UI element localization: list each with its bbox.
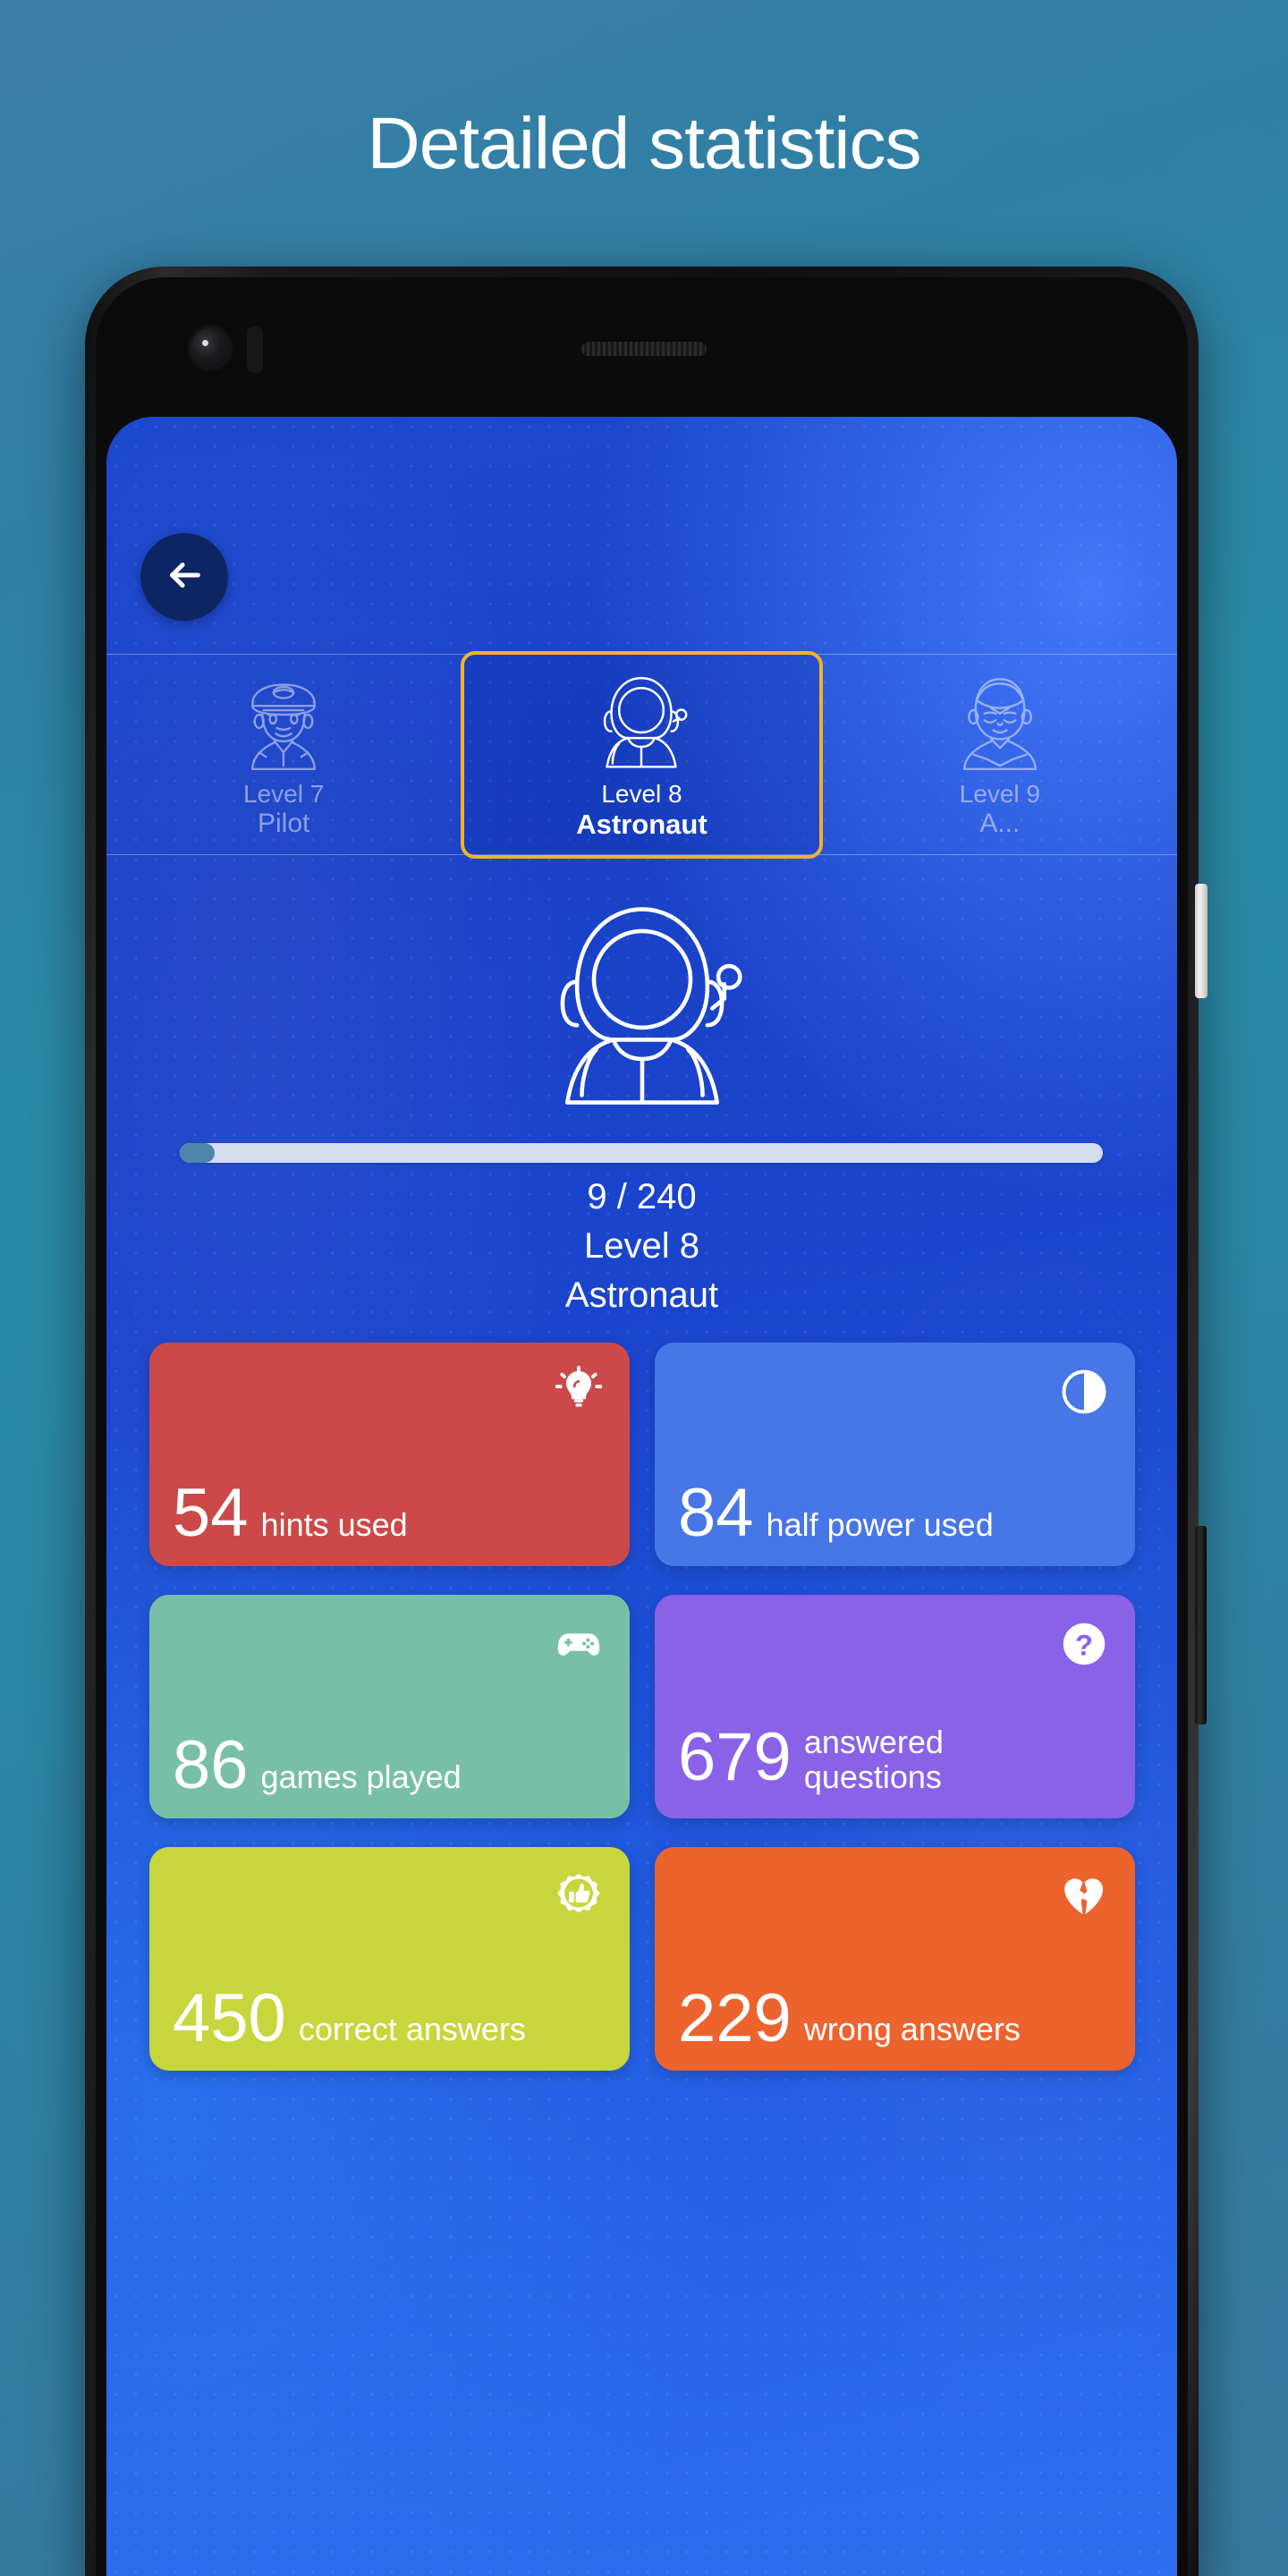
volume-rocker-button[interactable]: [1195, 1526, 1207, 1724]
page-title: Detailed statistics: [367, 103, 921, 184]
stat-value: 84: [678, 1475, 754, 1552]
earpiece-speaker: [581, 342, 707, 356]
stat-card-half-power-used[interactable]: 84 half power used: [655, 1343, 1135, 1566]
lightbulb-icon: [551, 1364, 606, 1419]
back-button[interactable]: [140, 533, 228, 621]
monk-avatar-icon: [945, 662, 1055, 776]
level-progress-fill: [180, 1143, 216, 1163]
hero-astronaut-icon: [106, 864, 1177, 1132]
level-card-level: Level 8: [601, 780, 682, 808]
half-circle-icon: [1056, 1364, 1112, 1419]
level-progress-bar: [180, 1143, 1103, 1163]
stat-value: 54: [173, 1475, 249, 1552]
stat-card-hints-used[interactable]: 54 hints used: [149, 1343, 630, 1566]
stat-value: 450: [173, 1979, 286, 2056]
statistics-screen: Level 7 Pilot Level 8 Astronaut Level 9 …: [106, 417, 1177, 2576]
level-selector-strip[interactable]: Level 7 Pilot Level 8 Astronaut Level 9 …: [106, 651, 1177, 859]
broken-heart-icon: [1056, 1868, 1112, 1924]
proximity-sensor-icon: [247, 326, 263, 373]
pilot-avatar-icon: [228, 662, 339, 776]
stat-card-answered-questions[interactable]: ? 679 answered questions: [655, 1595, 1135, 1818]
stat-value: 229: [678, 1979, 792, 2056]
level-card-8[interactable]: Level 8 Astronaut: [461, 651, 823, 859]
level-card-9[interactable]: Level 9 A...: [823, 655, 1177, 854]
stat-label: answered questions: [803, 1724, 944, 1796]
stat-value: 86: [173, 1727, 249, 1804]
stat-label: correct answers: [298, 2011, 526, 2048]
level-card-name: A...: [979, 809, 1021, 839]
level-card-level: Level 7: [243, 780, 325, 808]
power-button[interactable]: [1195, 884, 1208, 998]
stat-label: games played: [260, 1758, 462, 1796]
progress-caption: 9 / 240 Level 8 Astronaut: [106, 1173, 1177, 1321]
stat-label: half power used: [766, 1506, 994, 1544]
level-card-name: Pilot: [257, 809, 310, 839]
progress-count: 9 / 240: [587, 1177, 697, 1216]
stat-value: 679: [678, 1719, 792, 1796]
level-card-name: Astronaut: [576, 809, 708, 841]
stat-card-wrong-answers[interactable]: 229 wrong answers: [655, 1847, 1135, 2071]
stat-card-correct-answers[interactable]: 450 correct answers: [149, 1847, 630, 2071]
progress-level-name: Astronaut: [564, 1275, 719, 1316]
stat-card-games-played[interactable]: 86 games played: [149, 1595, 630, 1818]
progress-level: Level 8: [584, 1226, 699, 1267]
stat-label: hints used: [260, 1506, 408, 1544]
phone-screen: Level 7 Pilot Level 8 Astronaut Level 9 …: [106, 417, 1177, 2576]
question-badge-icon: ?: [1056, 1616, 1112, 1672]
svg-text:?: ?: [1075, 1628, 1093, 1661]
level-card-level: Level 9: [959, 780, 1040, 808]
front-camera-icon: [191, 328, 230, 368]
thumbs-up-badge-icon: [551, 1868, 606, 1924]
astronaut-avatar-icon: [586, 662, 697, 776]
gamepad-icon: [551, 1616, 606, 1672]
stat-label: wrong answers: [803, 2011, 1021, 2048]
statistics-grid: 54 hints used 84 half power used 86 game…: [149, 1343, 1135, 2071]
level-card-7[interactable]: Level 7 Pilot: [106, 655, 461, 854]
arrow-left-icon: [164, 555, 205, 600]
